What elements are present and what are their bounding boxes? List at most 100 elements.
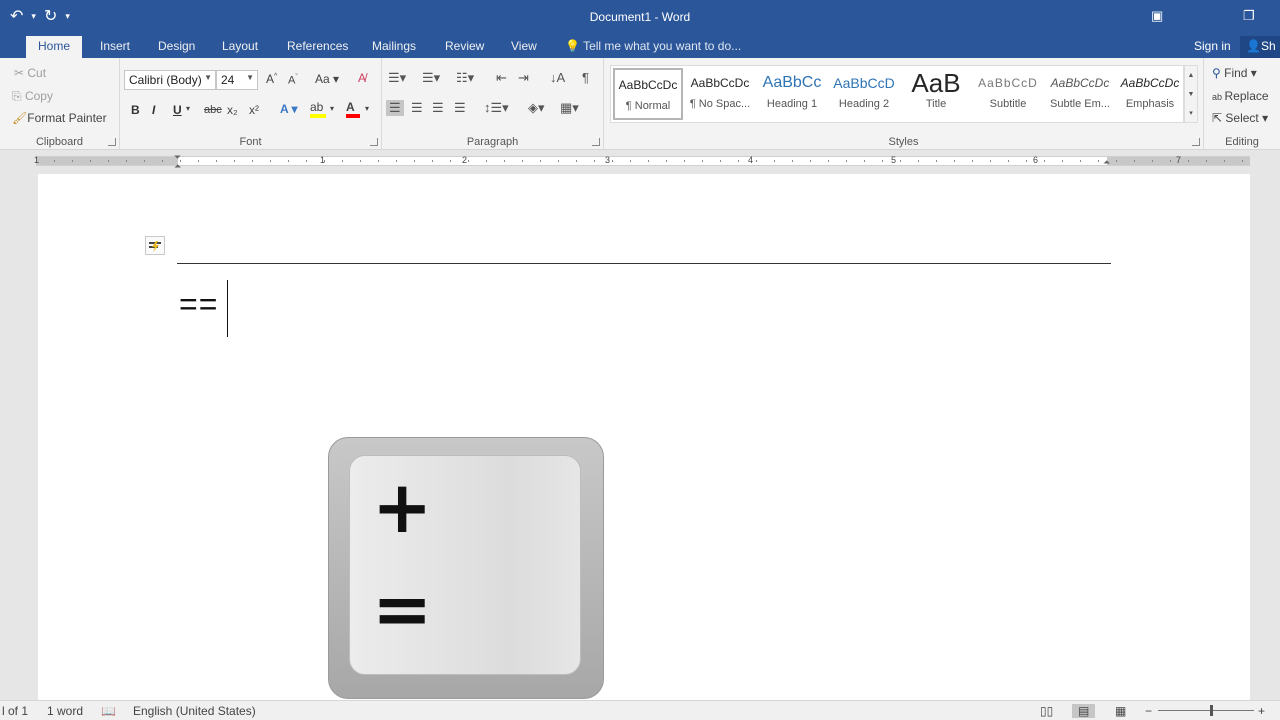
word-count[interactable]: 1 word (47, 704, 83, 718)
tab-layout[interactable]: Layout (222, 39, 258, 53)
style-title[interactable]: AaB Title (901, 68, 971, 120)
cut-button[interactable]: ✂ Cut (14, 66, 46, 80)
hanging-indent-marker[interactable]: ⏶ (174, 161, 181, 172)
highlight-swatch (310, 114, 326, 118)
italic-button[interactable]: I (152, 103, 155, 117)
ruler-tick (324, 160, 325, 162)
align-center-icon[interactable]: ☰ (411, 100, 423, 116)
share-button[interactable]: 👤Sh (1240, 36, 1280, 58)
zoom-slider[interactable] (1158, 710, 1254, 711)
zoom-slider-thumb[interactable] (1210, 705, 1213, 716)
zoom-in-icon[interactable]: + (1258, 704, 1265, 718)
find-button[interactable]: ⚲ Find ▾ (1212, 66, 1257, 80)
zoom-out-icon[interactable]: − (1145, 704, 1152, 718)
document-page[interactable]: == + = (38, 174, 1250, 700)
style-name: ¶ Normal (625, 100, 671, 112)
print-layout-icon[interactable]: ▤ (1072, 704, 1096, 718)
align-right-icon[interactable]: ☰ (432, 100, 444, 116)
clipboard-launcher-icon[interactable] (108, 138, 116, 146)
borders-icon[interactable]: ▦▾ (560, 100, 579, 116)
document-text[interactable]: == (179, 286, 218, 323)
show-formatting-marks-icon[interactable]: ¶ (582, 70, 589, 85)
style-heading-1[interactable]: AaBbCc Heading 1 (757, 68, 827, 120)
web-layout-icon[interactable]: ▦ (1115, 704, 1126, 718)
styles-label: Styles (888, 136, 919, 148)
bold-button[interactable]: B (131, 103, 140, 117)
style-subtle-emphasis[interactable]: AaBbCcDc Subtle Em... (1045, 68, 1115, 120)
style-no-spacing[interactable]: AaBbCcDc ¶ No Spac... (685, 68, 755, 120)
gallery-down-icon[interactable]: ▼ (1185, 85, 1197, 104)
subscript-button[interactable]: x₂ (227, 103, 238, 117)
underline-button[interactable]: U (173, 103, 182, 117)
clear-formatting-icon[interactable]: A̸ (358, 71, 366, 85)
sort-icon[interactable]: ↓A (550, 70, 565, 85)
gallery-more-icon[interactable]: ▾ (1185, 104, 1197, 123)
font-size-combo[interactable]: 24 ▼ (216, 70, 258, 90)
ruler-tick (1152, 160, 1153, 162)
replace-button[interactable]: ab Replace (1212, 89, 1269, 103)
tab-review[interactable]: Review (445, 39, 484, 53)
font-color-button[interactable]: A (346, 100, 360, 118)
multilevel-list-icon[interactable]: ☷▾ (456, 70, 474, 86)
gallery-up-icon[interactable]: ▲ (1185, 66, 1197, 85)
select-button[interactable]: ⇱ Select ▾ (1212, 111, 1268, 125)
style-emphasis[interactable]: AaBbCcDc Emphasis (1115, 68, 1185, 120)
proofing-icon[interactable]: 📖 (101, 704, 116, 718)
style-normal[interactable]: AaBbCcDc ¶ Normal (613, 68, 683, 120)
tab-references[interactable]: References (287, 39, 348, 53)
text-effects-icon[interactable]: A ▾ (280, 102, 298, 116)
shading-icon[interactable]: ◈▾ (528, 100, 545, 116)
justify-icon[interactable]: ☰ (454, 100, 466, 116)
copy-button[interactable]: ⎘ Copy (12, 89, 53, 104)
highlight-dropdown-icon[interactable]: ▾ (330, 104, 334, 113)
tell-me-box[interactable]: 💡 Tell me what you want to do... (565, 39, 741, 53)
font-label: Font (239, 136, 262, 148)
tab-mailings[interactable]: Mailings (372, 39, 416, 53)
font-launcher-icon[interactable] (370, 138, 378, 146)
language-indicator[interactable]: English (United States) (133, 704, 256, 718)
bullets-icon[interactable]: ☰▾ (388, 70, 406, 86)
page-count[interactable]: l of 1 (2, 704, 28, 718)
horizontal-ruler[interactable]: 1 1 2 3 4 5 6 7 ⏷ ⏶ ⏶ (0, 150, 1280, 174)
ruler-tick (648, 160, 649, 162)
restore-window-icon[interactable]: ❐ (1243, 8, 1255, 24)
highlight-color-button[interactable]: ab (310, 100, 326, 118)
title-bar: ↶ ▾ ↻ ▾ Document1 - Word ▣ ❐ (0, 0, 1280, 36)
ruler-tick (1224, 160, 1225, 162)
line-spacing-icon[interactable]: ↕☰▾ (484, 100, 509, 116)
ruler-number: 4 (748, 155, 754, 165)
tab-view[interactable]: View (511, 39, 537, 53)
increase-indent-icon[interactable]: ⇥ (518, 70, 529, 86)
right-indent-marker[interactable]: ⏶ (1103, 157, 1110, 168)
underline-dropdown-icon[interactable]: ▾ (186, 104, 190, 113)
ruler-tick (414, 160, 415, 162)
ruler-tick (864, 160, 865, 162)
sign-in-link[interactable]: Sign in (1194, 39, 1231, 53)
grow-font-icon[interactable]: A^ (266, 72, 277, 86)
ribbon-display-options-icon[interactable]: ▣ (1151, 8, 1163, 24)
tab-insert[interactable]: Insert (100, 39, 130, 53)
paragraph-launcher-icon[interactable] (592, 138, 600, 146)
align-left-icon[interactable]: ☰ (386, 100, 404, 116)
font-name-combo[interactable]: Calibri (Body) ▼ (124, 70, 216, 90)
font-group: Calibri (Body) ▼ 24 ▼ A^ Aˇ Aa ▾ A̸ B I U … (120, 58, 382, 150)
style-heading-2[interactable]: AaBbCcD Heading 2 (829, 68, 899, 120)
numbering-icon[interactable]: ☰▾ (422, 70, 440, 86)
ruler-tick (1116, 160, 1117, 162)
strikethrough-button[interactable]: abc (204, 104, 222, 116)
change-case-button[interactable]: Aa ▾ (315, 72, 339, 86)
tab-design[interactable]: Design (158, 39, 195, 53)
style-subtitle[interactable]: AaBbCcD Subtitle (973, 68, 1043, 120)
ruler-tick (1170, 160, 1171, 162)
superscript-button[interactable]: x² (249, 103, 259, 117)
ruler-tick (774, 160, 775, 162)
shrink-font-icon[interactable]: Aˇ (288, 74, 298, 87)
format-painter-button[interactable]: 🖌Format Painter (12, 111, 107, 125)
font-color-dropdown-icon[interactable]: ▾ (365, 104, 369, 113)
ruler-left-margin (36, 157, 178, 165)
styles-launcher-icon[interactable] (1192, 138, 1200, 146)
tab-home[interactable]: Home (26, 36, 83, 58)
decrease-indent-icon[interactable]: ⇤ (496, 70, 507, 86)
autocorrect-options-icon[interactable] (145, 236, 165, 255)
read-mode-icon[interactable]: ▯▯ (1040, 704, 1053, 718)
